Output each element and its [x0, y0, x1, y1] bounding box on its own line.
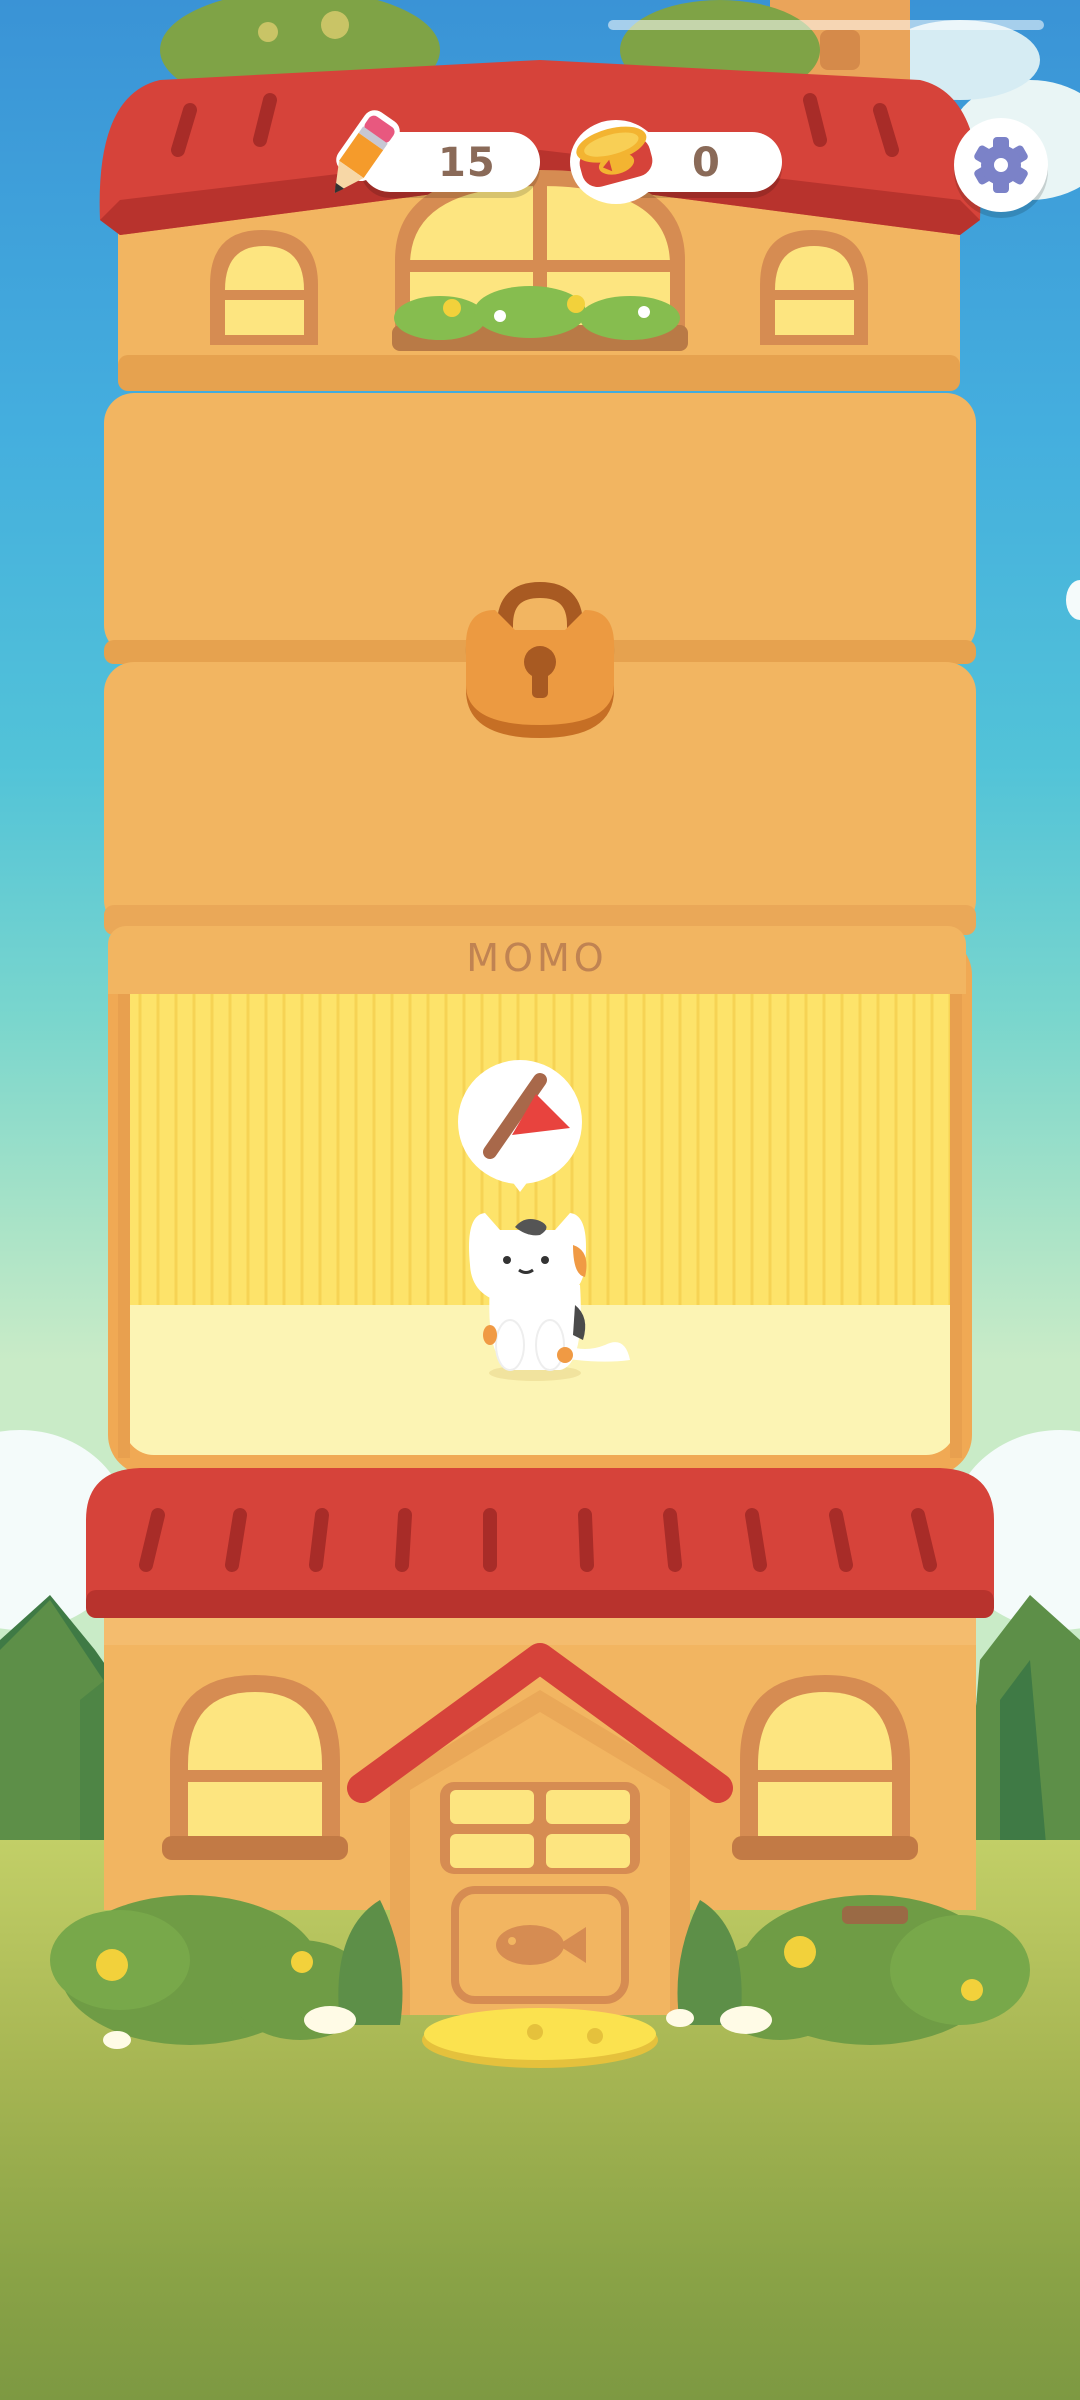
padlock-icon[interactable] — [460, 580, 620, 740]
thought-bubble[interactable] — [452, 1060, 588, 1196]
pencil-icon — [334, 110, 400, 194]
can-count: 0 — [692, 140, 721, 186]
gear-icon — [974, 137, 1028, 193]
entrance-floor — [50, 1468, 1030, 2068]
tuna-can-icon — [570, 120, 662, 204]
top-progress-bar — [608, 20, 1044, 30]
room-nameplate: MOMO — [108, 926, 966, 994]
cat-house — [50, 60, 1030, 2068]
room-name-label: MOMO — [466, 936, 608, 980]
fish-icon — [496, 1925, 586, 1965]
pencil-count: 15 — [438, 140, 496, 186]
settings-button[interactable] — [954, 118, 1048, 212]
attic-floor — [99, 60, 981, 391]
calico-cat[interactable] — [455, 1205, 640, 1385]
